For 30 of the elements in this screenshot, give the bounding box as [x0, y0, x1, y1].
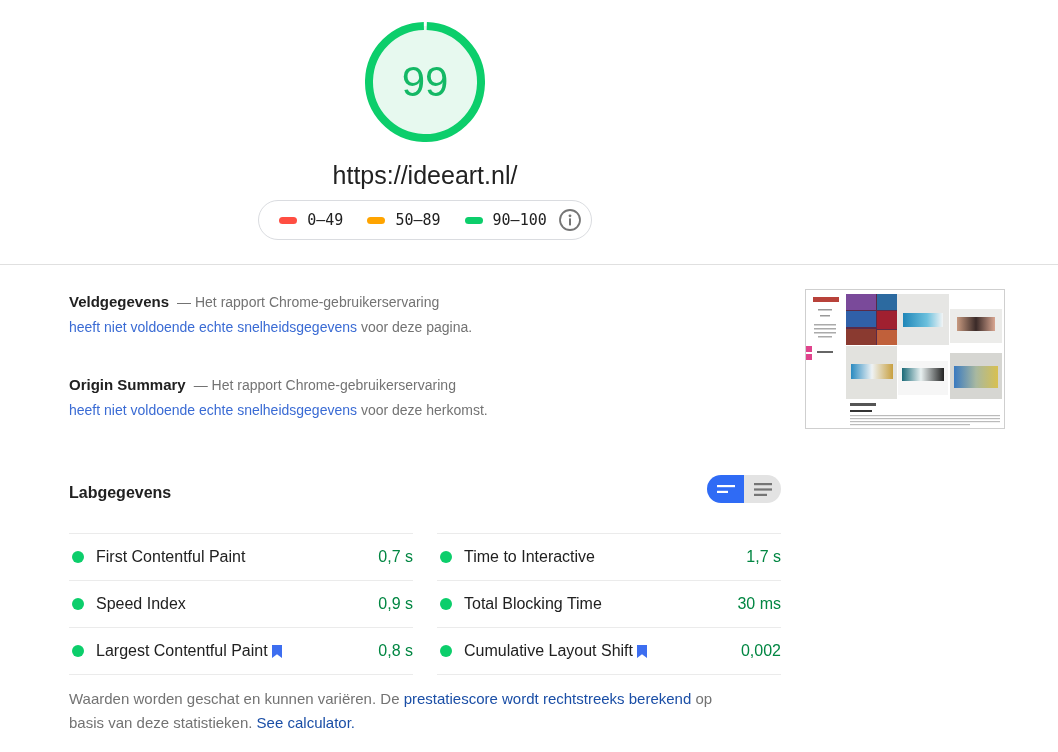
footer-link[interactable]: See calculator.	[256, 714, 355, 731]
page-url: https://ideeart.nl/	[332, 160, 518, 190]
view-toggle-button[interactable]	[707, 475, 744, 503]
footer-note: Waarden worden geschat en kunnen variëren. De prestatiescore wordt rechtstreeks berekend op basis van deze statistieken. See calculator.	[69, 689, 714, 733]
report-link[interactable]: heeft niet voldoende echte snelheidsgegevens	[69, 319, 357, 335]
legend-range: 50–89	[395, 211, 441, 229]
metric-value: 0,8 s	[378, 642, 413, 660]
field-data-note: Veldgegevens — Het rapport Chrome-gebruikerservaring heeft niet voldoende echte snelheidsgegevens voor deze pagina.	[69, 292, 474, 337]
metric-value: 30 ms	[737, 595, 781, 613]
lines-icon	[716, 485, 735, 493]
metric-value: 0,7 s	[378, 548, 413, 566]
legend-range: 0–49	[307, 211, 344, 229]
field-data-note: Origin Summary — Het rapport Chrome-gebruikerservaring heeft niet voldoende echte snelheidsgegevens voor deze herkomst.	[69, 375, 489, 420]
report-link[interactable]: heeft niet voldoende echte snelheidsgegevens	[69, 402, 357, 418]
metric-label: Largest Contentful Paint	[96, 642, 268, 660]
score-value: 99	[401, 59, 449, 105]
metric-label: Speed Index	[96, 595, 186, 613]
metric-value: 1,7 s	[746, 548, 781, 566]
view-toggle-button[interactable]	[744, 475, 781, 503]
metric-label: Cumulative Layout Shift	[464, 642, 633, 660]
section-title: Labgegevens	[69, 484, 172, 502]
metric-label: First Contentful Paint	[96, 548, 246, 566]
lines-icon	[753, 482, 772, 496]
metric-value: 0,9 s	[378, 595, 413, 613]
info-icon[interactable]	[558, 209, 581, 231]
legend-range: 90–100	[492, 211, 547, 229]
metric-value: 0,002	[740, 642, 781, 660]
metric-label: Total Blocking Time	[464, 595, 602, 613]
metric-label: Time to Interactive	[464, 548, 595, 566]
footer-link[interactable]: prestatiescore wordt rechtstreeks berekend	[403, 690, 692, 707]
